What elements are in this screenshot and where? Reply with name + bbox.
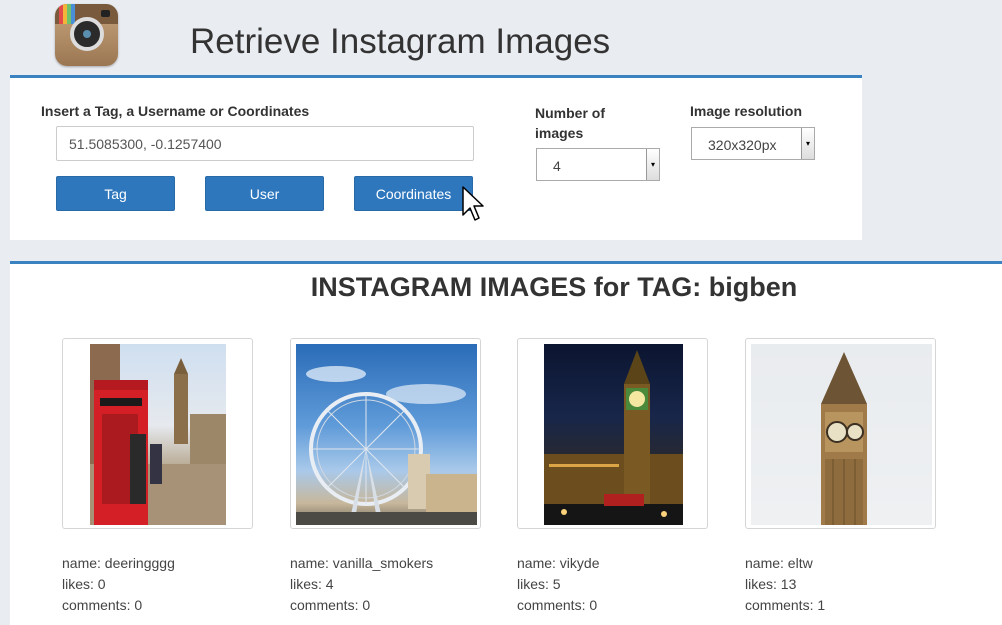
image-name: name: eltw [745,555,813,571]
results-panel: INSTAGRAM IMAGES for TAG: bigben name: d… [10,261,1002,625]
image-likes: likes: 0 [62,576,106,592]
query-input[interactable] [56,126,474,161]
image-meta: name: deeringggg likes: 0 comments: 0 [62,553,175,616]
tag-button[interactable]: Tag [56,176,175,211]
image-meta: name: vikyde likes: 5 comments: 0 [517,553,599,616]
chevron-down-icon: ▾ [801,128,814,159]
query-label: Insert a Tag, a Username or Coordinates [41,103,310,119]
image-comments: comments: 0 [62,597,143,613]
results-title: INSTAGRAM IMAGES for TAG: bigben [310,272,798,302]
image-name: name: vikyde [517,555,600,571]
result-photo[interactable] [751,344,932,525]
instagram-logo-icon [55,4,118,66]
number-of-images-select[interactable]: 4 ▾ [536,148,660,181]
image-name: name: deeringggg [62,555,175,571]
image-likes: likes: 5 [517,576,561,592]
image-name: name: vanilla_smokers [290,555,434,571]
image-likes: likes: 4 [290,576,334,592]
image-resolution-label: Image resolution [690,103,803,119]
image-comments: comments: 0 [290,597,371,613]
page: Retrieve Instagram Images Insert a Tag, … [0,0,1002,625]
image-comments: comments: 0 [517,597,598,613]
mouse-pointer-icon [462,186,484,221]
image-card[interactable] [62,338,253,529]
image-meta: name: vanilla_smokers likes: 4 comments:… [290,553,433,616]
result-photo[interactable] [544,344,683,525]
page-title: Retrieve Instagram Images [190,22,611,61]
image-resolution-select[interactable]: 320x320px ▾ [691,127,815,160]
result-photo[interactable] [90,344,226,525]
number-of-images-label: Number of images [535,105,605,141]
image-likes: likes: 13 [745,576,797,592]
result-photo[interactable] [296,344,477,525]
image-comments: comments: 1 [745,597,826,613]
image-card[interactable] [517,338,708,529]
chevron-down-icon: ▾ [646,149,659,180]
image-resolution-value: 320x320px [708,137,777,153]
search-form-panel: Insert a Tag, a Username or Coordinates … [10,75,862,240]
coordinates-button[interactable]: Coordinates [354,176,473,211]
user-button[interactable]: User [205,176,324,211]
image-card[interactable] [745,338,936,529]
image-card[interactable] [290,338,481,529]
number-of-images-value: 4 [553,158,561,174]
image-meta: name: eltw likes: 13 comments: 1 [745,553,825,616]
